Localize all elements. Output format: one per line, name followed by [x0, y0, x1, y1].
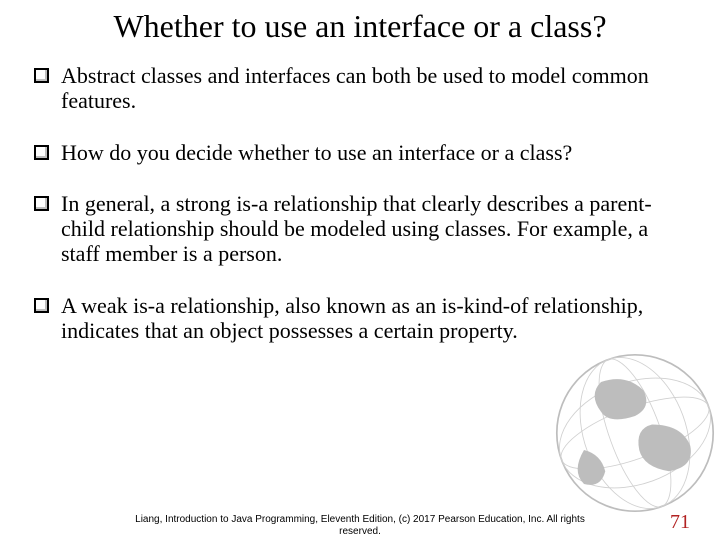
bullet-text: How do you decide whether to use an inte… — [61, 140, 686, 165]
square-bullet-icon — [34, 196, 49, 211]
bullet-text: A weak is-a relationship, also known as … — [61, 293, 686, 344]
list-item: How do you decide whether to use an inte… — [34, 140, 686, 165]
bullet-text: Abstract classes and interfaces can both… — [61, 63, 686, 114]
square-bullet-icon — [34, 298, 49, 313]
slide-title: Whether to use an interface or a class? — [0, 8, 720, 45]
list-item: In general, a strong is-a relationship t… — [34, 191, 686, 267]
globe-icon — [550, 348, 720, 518]
square-bullet-icon — [34, 68, 49, 83]
bullet-list: Abstract classes and interfaces can both… — [0, 63, 720, 343]
slide: Whether to use an interface or a class? … — [0, 8, 720, 540]
page-number: 71 — [670, 511, 690, 534]
square-bullet-icon — [34, 145, 49, 160]
bullet-text: In general, a strong is-a relationship t… — [61, 191, 686, 267]
footer-text: Liang, Introduction to Java Programming,… — [0, 514, 720, 538]
list-item: A weak is-a relationship, also known as … — [34, 293, 686, 344]
list-item: Abstract classes and interfaces can both… — [34, 63, 686, 114]
